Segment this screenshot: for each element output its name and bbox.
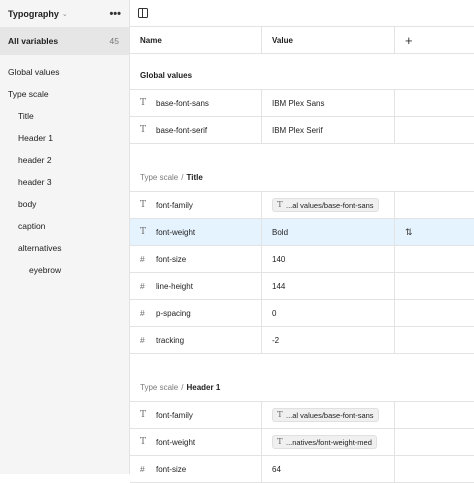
group-title: Header 1 (186, 383, 221, 392)
text-type-icon: T (140, 410, 147, 420)
table-row[interactable]: # p-spacing 0 (130, 300, 474, 327)
variable-value[interactable]: 140 (272, 255, 285, 264)
more-options-icon[interactable]: ••• (109, 8, 121, 20)
group-title: Global values (140, 71, 193, 80)
sidebar-item-eyebrow[interactable]: eyebrow (0, 259, 129, 281)
sidebar-toggle-icon[interactable] (138, 8, 148, 18)
alias-pill[interactable]: T ...al values/base-font-sans (272, 408, 379, 422)
table-row[interactable]: # tracking -2 (130, 327, 474, 354)
table-row[interactable]: # font-size 140 (130, 246, 474, 273)
sidebar-item-header-3[interactable]: header 3 (0, 171, 129, 193)
table-row-selected[interactable]: Tfont-weight Bold ⇅ (130, 219, 474, 246)
sidebar-item-caption[interactable]: caption (0, 215, 129, 237)
number-type-icon: # (140, 281, 145, 291)
text-type-icon: T (140, 437, 147, 447)
sidebar-item-body[interactable]: body (0, 193, 129, 215)
variable-value[interactable]: IBM Plex Serif (272, 126, 323, 135)
text-type-icon: T (140, 200, 147, 210)
sidebar-item-header-1[interactable]: Header 1 (0, 127, 129, 149)
alias-pill[interactable]: T ...al values/base-font-sans (272, 198, 379, 212)
alias-label: ...natives/font-weight-med (286, 437, 372, 447)
sidebar-item-header-2[interactable]: header 2 (0, 149, 129, 171)
variable-value[interactable]: -2 (272, 336, 279, 345)
table-row[interactable]: # font-size 64 (130, 456, 474, 483)
text-type-icon: T (277, 200, 283, 210)
group-prefix: Type scale (140, 173, 179, 182)
group-separator: / (181, 173, 184, 182)
variable-value[interactable]: 0 (272, 309, 276, 318)
variable-name[interactable]: p-spacing (156, 309, 191, 318)
sidebar-item-title[interactable]: Title (0, 105, 129, 127)
variable-value[interactable]: IBM Plex Sans (272, 99, 324, 108)
variables-sidebar: Typography ⌄ ••• All variables 45 Global… (0, 0, 130, 474)
table-header: Name Value + (130, 27, 474, 54)
alias-label: ...al values/base-font-sans (286, 410, 374, 420)
table-row[interactable]: Tfont-family T ...al values/base-font-san… (130, 402, 474, 429)
number-type-icon: # (140, 308, 145, 318)
all-variables-label: All variables (8, 36, 59, 46)
text-type-icon: T (277, 437, 283, 447)
text-type-icon: T (140, 227, 147, 237)
text-type-icon: T (277, 410, 283, 420)
variable-name[interactable]: font-size (156, 465, 186, 474)
variables-table-panel: Name Value + Global values Tbase-font-sa… (130, 0, 474, 483)
variable-value[interactable]: 64 (272, 465, 281, 474)
group-title: Title (186, 173, 203, 182)
variable-name[interactable]: base-font-sans (156, 99, 209, 108)
variable-name[interactable]: tracking (156, 336, 184, 345)
sidebar-item-global-values[interactable]: Global values (0, 61, 129, 83)
number-type-icon: # (140, 254, 145, 264)
variable-name[interactable]: base-font-serif (156, 126, 207, 135)
variable-name[interactable]: line-height (156, 282, 193, 291)
variable-name[interactable]: font-family (156, 201, 193, 210)
sidebar-item-alternatives[interactable]: alternatives (0, 237, 129, 259)
column-header-value: Value (262, 27, 395, 53)
group-header-header-1: Type scale / Header 1 (130, 354, 474, 402)
number-type-icon: # (140, 335, 145, 345)
group-header-global-values: Global values (130, 54, 474, 90)
add-mode-icon[interactable]: + (405, 33, 413, 48)
column-header-name: Name (130, 27, 262, 53)
collection-selector[interactable]: Typography ⌄ (8, 9, 68, 19)
text-type-icon: T (140, 125, 147, 135)
collection-title: Typography (8, 8, 59, 19)
table-row[interactable]: Tbase-font-sans IBM Plex Sans (130, 90, 474, 117)
table-row[interactable]: # line-height 144 (130, 273, 474, 300)
all-variables-count: 45 (109, 36, 119, 46)
all-variables-item[interactable]: All variables 45 (0, 27, 129, 55)
toolbar (130, 0, 474, 27)
table-row[interactable]: Tfont-family T ...al values/base-font-san… (130, 192, 474, 219)
alias-label: ...al values/base-font-sans (286, 200, 374, 210)
chevron-down-icon: ⌄ (61, 10, 68, 18)
alias-pill[interactable]: T ...natives/font-weight-med (272, 435, 377, 449)
table-row[interactable]: Tfont-weight T ...natives/font-weight-med (130, 429, 474, 456)
variable-value[interactable]: 144 (272, 282, 285, 291)
variable-name[interactable]: font-family (156, 411, 193, 420)
group-separator: / (181, 383, 184, 392)
collection-header: Typography ⌄ ••• (0, 0, 129, 27)
sidebar-item-type-scale[interactable]: Type scale (0, 83, 129, 105)
variable-name[interactable]: font-size (156, 255, 186, 264)
variable-name[interactable]: font-weight (156, 228, 195, 237)
text-type-icon: T (140, 98, 147, 108)
group-header-title: Type scale / Title (130, 144, 474, 192)
edit-variable-icon[interactable]: ⇅ (405, 227, 413, 238)
variable-name[interactable]: font-weight (156, 438, 195, 447)
group-prefix: Type scale (140, 383, 179, 392)
variable-value[interactable]: Bold (272, 228, 288, 237)
table-row[interactable]: Tbase-font-serif IBM Plex Serif (130, 117, 474, 144)
number-type-icon: # (140, 464, 145, 474)
